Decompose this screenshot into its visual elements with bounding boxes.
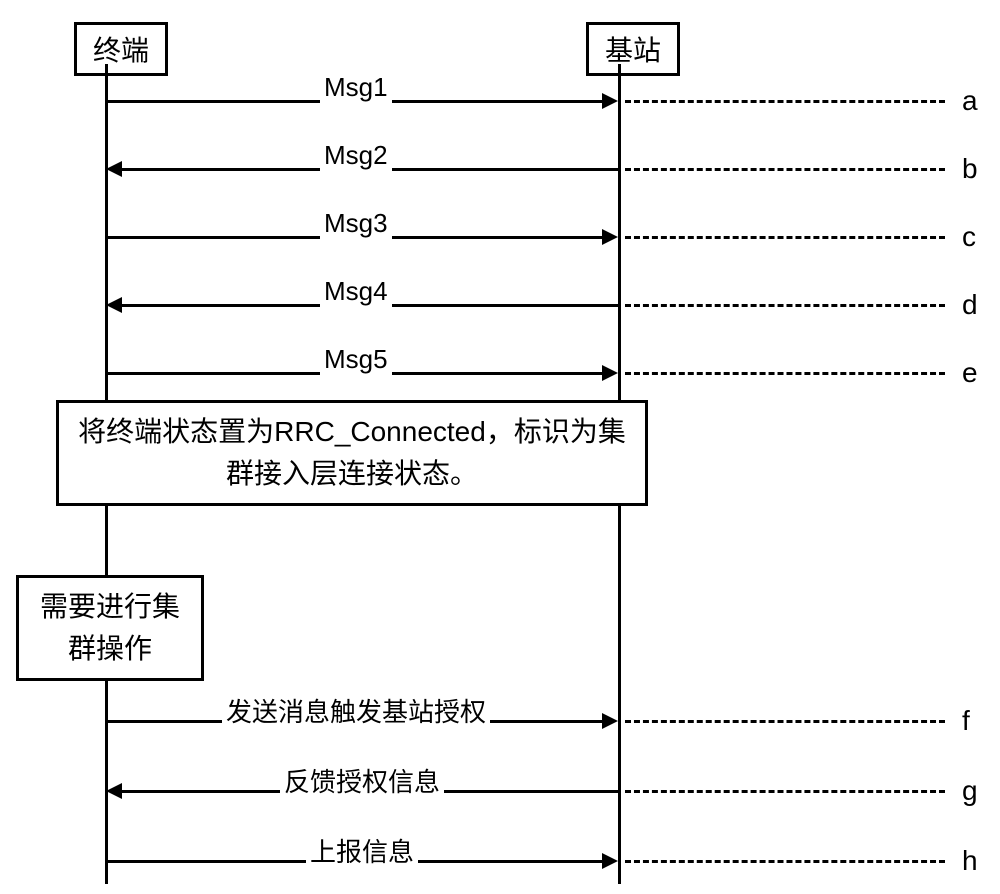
actor-base-station: 基站 [586, 22, 680, 76]
dashed-msg7 [625, 790, 945, 793]
arrowhead-msg3 [602, 229, 618, 245]
arrowhead-msg5 [602, 365, 618, 381]
dashed-msg1 [625, 100, 945, 103]
arrowhead-msg1 [602, 93, 618, 109]
label-msg7: 反馈授权信息 [280, 762, 444, 799]
arrowhead-msg8 [602, 853, 618, 869]
step-f: f [962, 705, 970, 737]
label-msg6: 发送消息触发基站授权 [222, 692, 490, 729]
note-cluster-operation: 需要进行集群操作 [16, 575, 204, 681]
label-msg3: Msg3 [320, 208, 392, 239]
note-rrc-connected: 将终端状态置为RRC_Connected，标识为集群接入层连接状态。 [56, 400, 648, 506]
step-g: g [962, 775, 978, 807]
dashed-msg3 [625, 236, 945, 239]
label-msg1: Msg1 [320, 72, 392, 103]
step-h: h [962, 845, 978, 877]
label-msg5: Msg5 [320, 344, 392, 375]
arrowhead-msg6 [602, 713, 618, 729]
arrowhead-msg4 [106, 297, 122, 313]
step-a: a [962, 85, 978, 117]
dashed-msg6 [625, 720, 945, 723]
dashed-msg4 [625, 304, 945, 307]
dashed-msg5 [625, 372, 945, 375]
step-b: b [962, 153, 978, 185]
arrowhead-msg7 [106, 783, 122, 799]
step-d: d [962, 289, 978, 321]
label-msg8: 上报信息 [306, 832, 418, 869]
arrowhead-msg2 [106, 161, 122, 177]
label-msg4: Msg4 [320, 276, 392, 307]
dashed-msg8 [625, 860, 945, 863]
actor-terminal: 终端 [74, 22, 168, 76]
step-c: c [962, 221, 976, 253]
dashed-msg2 [625, 168, 945, 171]
label-msg2: Msg2 [320, 140, 392, 171]
step-e: e [962, 357, 978, 389]
